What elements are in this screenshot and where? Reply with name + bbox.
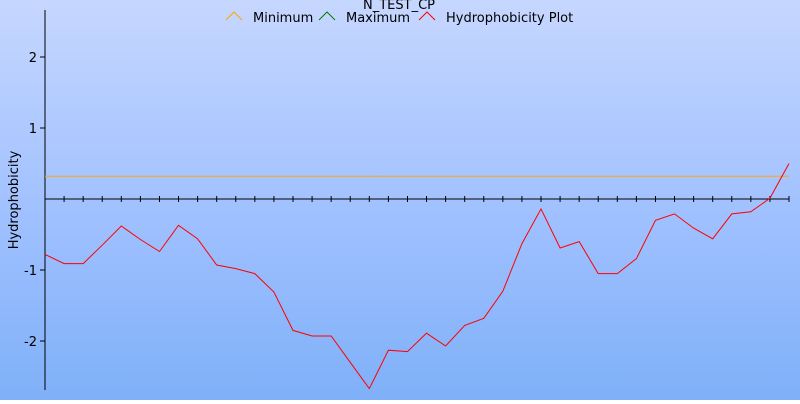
chart-area: -2 -1 1 2 N_TEST_CP Hydrophobicity Minimum M… (0, 0, 800, 400)
plot-lines (44, 163, 790, 390)
hydrophobicity-chart: -2-112 N_TEST_CP Hydrophobicity Minimum M… (7, 0, 790, 390)
legend: Minimum Maximum Hydrophobicity Plot (225, 11, 573, 26)
legend-icon-minimum (225, 11, 243, 21)
legend-label-minimum: Minimum (253, 11, 313, 26)
legend-label-maximum: Maximum (346, 11, 410, 26)
legend-icon-hydrophobicity-plot (418, 11, 436, 21)
y-axis-label: Hydrophobicity (7, 150, 22, 249)
hydrophobicity-plot-line (44, 163, 790, 390)
axes: -2 -1 1 2 (24, 10, 790, 390)
legend-label-hydrophobicity-plot: Hydrophobicity Plot (446, 11, 573, 26)
legend-icon-maximum (318, 11, 336, 21)
y-tick-label: 2 (29, 51, 37, 66)
y-tick-label: 1 (29, 122, 37, 137)
y-tick-label: -2 (24, 335, 37, 350)
y-tick-label: -1 (24, 264, 37, 279)
